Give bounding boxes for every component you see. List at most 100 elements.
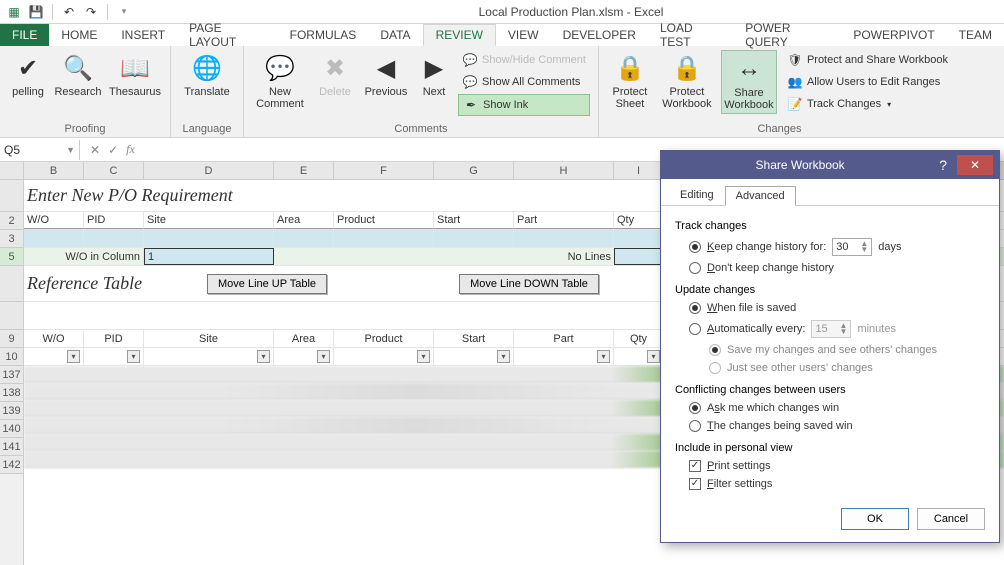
- input-cell[interactable]: [274, 230, 334, 247]
- filter-arrow-icon[interactable]: ▾: [127, 350, 140, 363]
- tab-data[interactable]: DATA: [368, 24, 422, 46]
- move-line-up-button[interactable]: Move Line UP Table: [207, 274, 327, 294]
- row-header[interactable]: 3: [0, 230, 23, 248]
- filter-arrow-icon[interactable]: ▾: [67, 350, 80, 363]
- name-box[interactable]: Q5▼: [0, 140, 80, 160]
- chk-print-settings[interactable]: [689, 460, 701, 472]
- share-workbook-button[interactable]: ↔Share Workbook: [721, 50, 777, 114]
- filter-arrow-icon[interactable]: ▾: [597, 350, 610, 363]
- show-all-comments-button[interactable]: 💬Show All Comments: [458, 72, 590, 92]
- next-comment-button[interactable]: ▶Next: [416, 50, 452, 100]
- delete-comment-button[interactable]: ✖Delete: [314, 50, 356, 100]
- filter-arrow-icon[interactable]: ▾: [497, 350, 510, 363]
- row-header[interactable]: 139: [0, 402, 23, 420]
- filter-arrow-icon[interactable]: ▾: [647, 350, 660, 363]
- allow-users-button[interactable]: 👥Allow Users to Edit Ranges: [783, 72, 952, 92]
- tab-insert[interactable]: INSERT: [109, 24, 177, 46]
- new-comment-button[interactable]: 💬New Comment: [252, 50, 308, 112]
- col-header[interactable]: F: [334, 162, 434, 179]
- input-cell[interactable]: [84, 230, 144, 247]
- tab-powerpivot[interactable]: POWERPIVOT: [841, 24, 946, 46]
- cancel-icon[interactable]: ✕: [90, 143, 100, 157]
- tab-review[interactable]: REVIEW: [423, 24, 496, 46]
- previous-comment-button[interactable]: ◀Previous: [362, 50, 410, 100]
- save-icon[interactable]: 💾: [28, 4, 44, 20]
- row-header[interactable]: [0, 266, 23, 302]
- days-spinner[interactable]: 30▲▼: [832, 238, 872, 256]
- research-button[interactable]: 🔍Research: [54, 50, 102, 100]
- row-header[interactable]: 138: [0, 384, 23, 402]
- input-cell[interactable]: [614, 248, 664, 265]
- tab-powerquery[interactable]: POWER QUERY: [733, 24, 841, 46]
- tab-loadtest[interactable]: LOAD TEST: [648, 24, 733, 46]
- undo-icon[interactable]: ↶: [61, 4, 77, 20]
- tab-developer[interactable]: DEVELOPER: [551, 24, 648, 46]
- row-header[interactable]: 142: [0, 456, 23, 474]
- col-header[interactable]: C: [84, 162, 144, 179]
- tab-formulas[interactable]: FORMULAS: [278, 24, 369, 46]
- thesaurus-button[interactable]: 📖Thesaurus: [108, 50, 162, 100]
- row-header[interactable]: [0, 302, 23, 330]
- row-header[interactable]: 140: [0, 420, 23, 438]
- tab-home[interactable]: HOME: [49, 24, 109, 46]
- protect-workbook-button[interactable]: 🔒Protect Workbook: [659, 50, 715, 112]
- minutes-spinner: 15▲▼: [811, 320, 851, 338]
- enter-icon[interactable]: ✓: [108, 143, 118, 157]
- radio-dont-keep[interactable]: [689, 262, 701, 274]
- row-header[interactable]: 10: [0, 348, 23, 366]
- input-cell[interactable]: [434, 230, 514, 247]
- track-changes-button[interactable]: 📝Track Changes▾: [783, 94, 952, 114]
- protect-sheet-button[interactable]: 🔒Protect Sheet: [607, 50, 653, 112]
- input-cell[interactable]: 1: [144, 248, 274, 265]
- col-header[interactable]: H: [514, 162, 614, 179]
- close-icon[interactable]: ✕: [957, 155, 993, 175]
- filter-arrow-icon[interactable]: ▾: [257, 350, 270, 363]
- ok-button[interactable]: OK: [841, 508, 909, 530]
- dialog-titlebar[interactable]: Share Workbook ? ✕: [661, 151, 999, 179]
- input-cell[interactable]: [514, 230, 614, 247]
- tab-editing[interactable]: Editing: [669, 185, 725, 205]
- select-all-corner[interactable]: [0, 162, 23, 180]
- input-cell[interactable]: [24, 230, 84, 247]
- col-header[interactable]: I: [614, 162, 664, 179]
- tab-advanced[interactable]: Advanced: [725, 186, 796, 206]
- redo-icon[interactable]: ↷: [83, 4, 99, 20]
- radio-auto-every[interactable]: [689, 323, 701, 335]
- translate-button[interactable]: 🌐Translate: [179, 50, 235, 100]
- col-header[interactable]: E: [274, 162, 334, 179]
- allow-users-icon: 👥: [787, 74, 803, 90]
- protect-share-button[interactable]: 🛡Protect and Share Workbook: [783, 50, 952, 70]
- filter-arrow-icon[interactable]: ▾: [417, 350, 430, 363]
- move-line-down-button[interactable]: Move Line DOWN Table: [459, 274, 599, 294]
- radio-when-saved[interactable]: [689, 302, 701, 314]
- input-cell[interactable]: [334, 230, 434, 247]
- row-header[interactable]: 141: [0, 438, 23, 456]
- row-header[interactable]: [0, 180, 23, 212]
- row-header[interactable]: 5: [0, 248, 23, 266]
- help-icon[interactable]: ?: [933, 157, 953, 173]
- input-cell[interactable]: [614, 230, 664, 247]
- filter-arrow-icon[interactable]: ▾: [317, 350, 330, 363]
- radio-ask-which[interactable]: [689, 402, 701, 414]
- chk-filter-settings[interactable]: [689, 478, 701, 490]
- tab-pagelayout[interactable]: PAGE LAYOUT: [177, 24, 278, 46]
- col-header[interactable]: G: [434, 162, 514, 179]
- show-ink-button[interactable]: ✒Show Ink: [458, 94, 590, 116]
- showhide-comment-button[interactable]: 💬Show/Hide Comment: [458, 50, 590, 70]
- row-header[interactable]: 9: [0, 330, 23, 348]
- tab-view[interactable]: VIEW: [496, 24, 551, 46]
- cancel-button[interactable]: Cancel: [917, 508, 985, 530]
- qat-more-icon[interactable]: ▾: [116, 4, 132, 20]
- radio-keep-history[interactable]: [689, 241, 701, 253]
- tab-team[interactable]: TEAM: [947, 24, 1004, 46]
- chevron-down-icon[interactable]: ▼: [66, 145, 75, 155]
- spelling-button[interactable]: ✔pelling: [8, 50, 48, 100]
- radio-saved-win[interactable]: [689, 420, 701, 432]
- col-header[interactable]: B: [24, 162, 84, 179]
- row-header[interactable]: 137: [0, 366, 23, 384]
- fx-icon[interactable]: fx: [126, 142, 135, 157]
- row-header[interactable]: 2: [0, 212, 23, 230]
- tab-file[interactable]: FILE: [0, 24, 49, 46]
- col-header[interactable]: D: [144, 162, 274, 179]
- input-cell[interactable]: [144, 230, 274, 247]
